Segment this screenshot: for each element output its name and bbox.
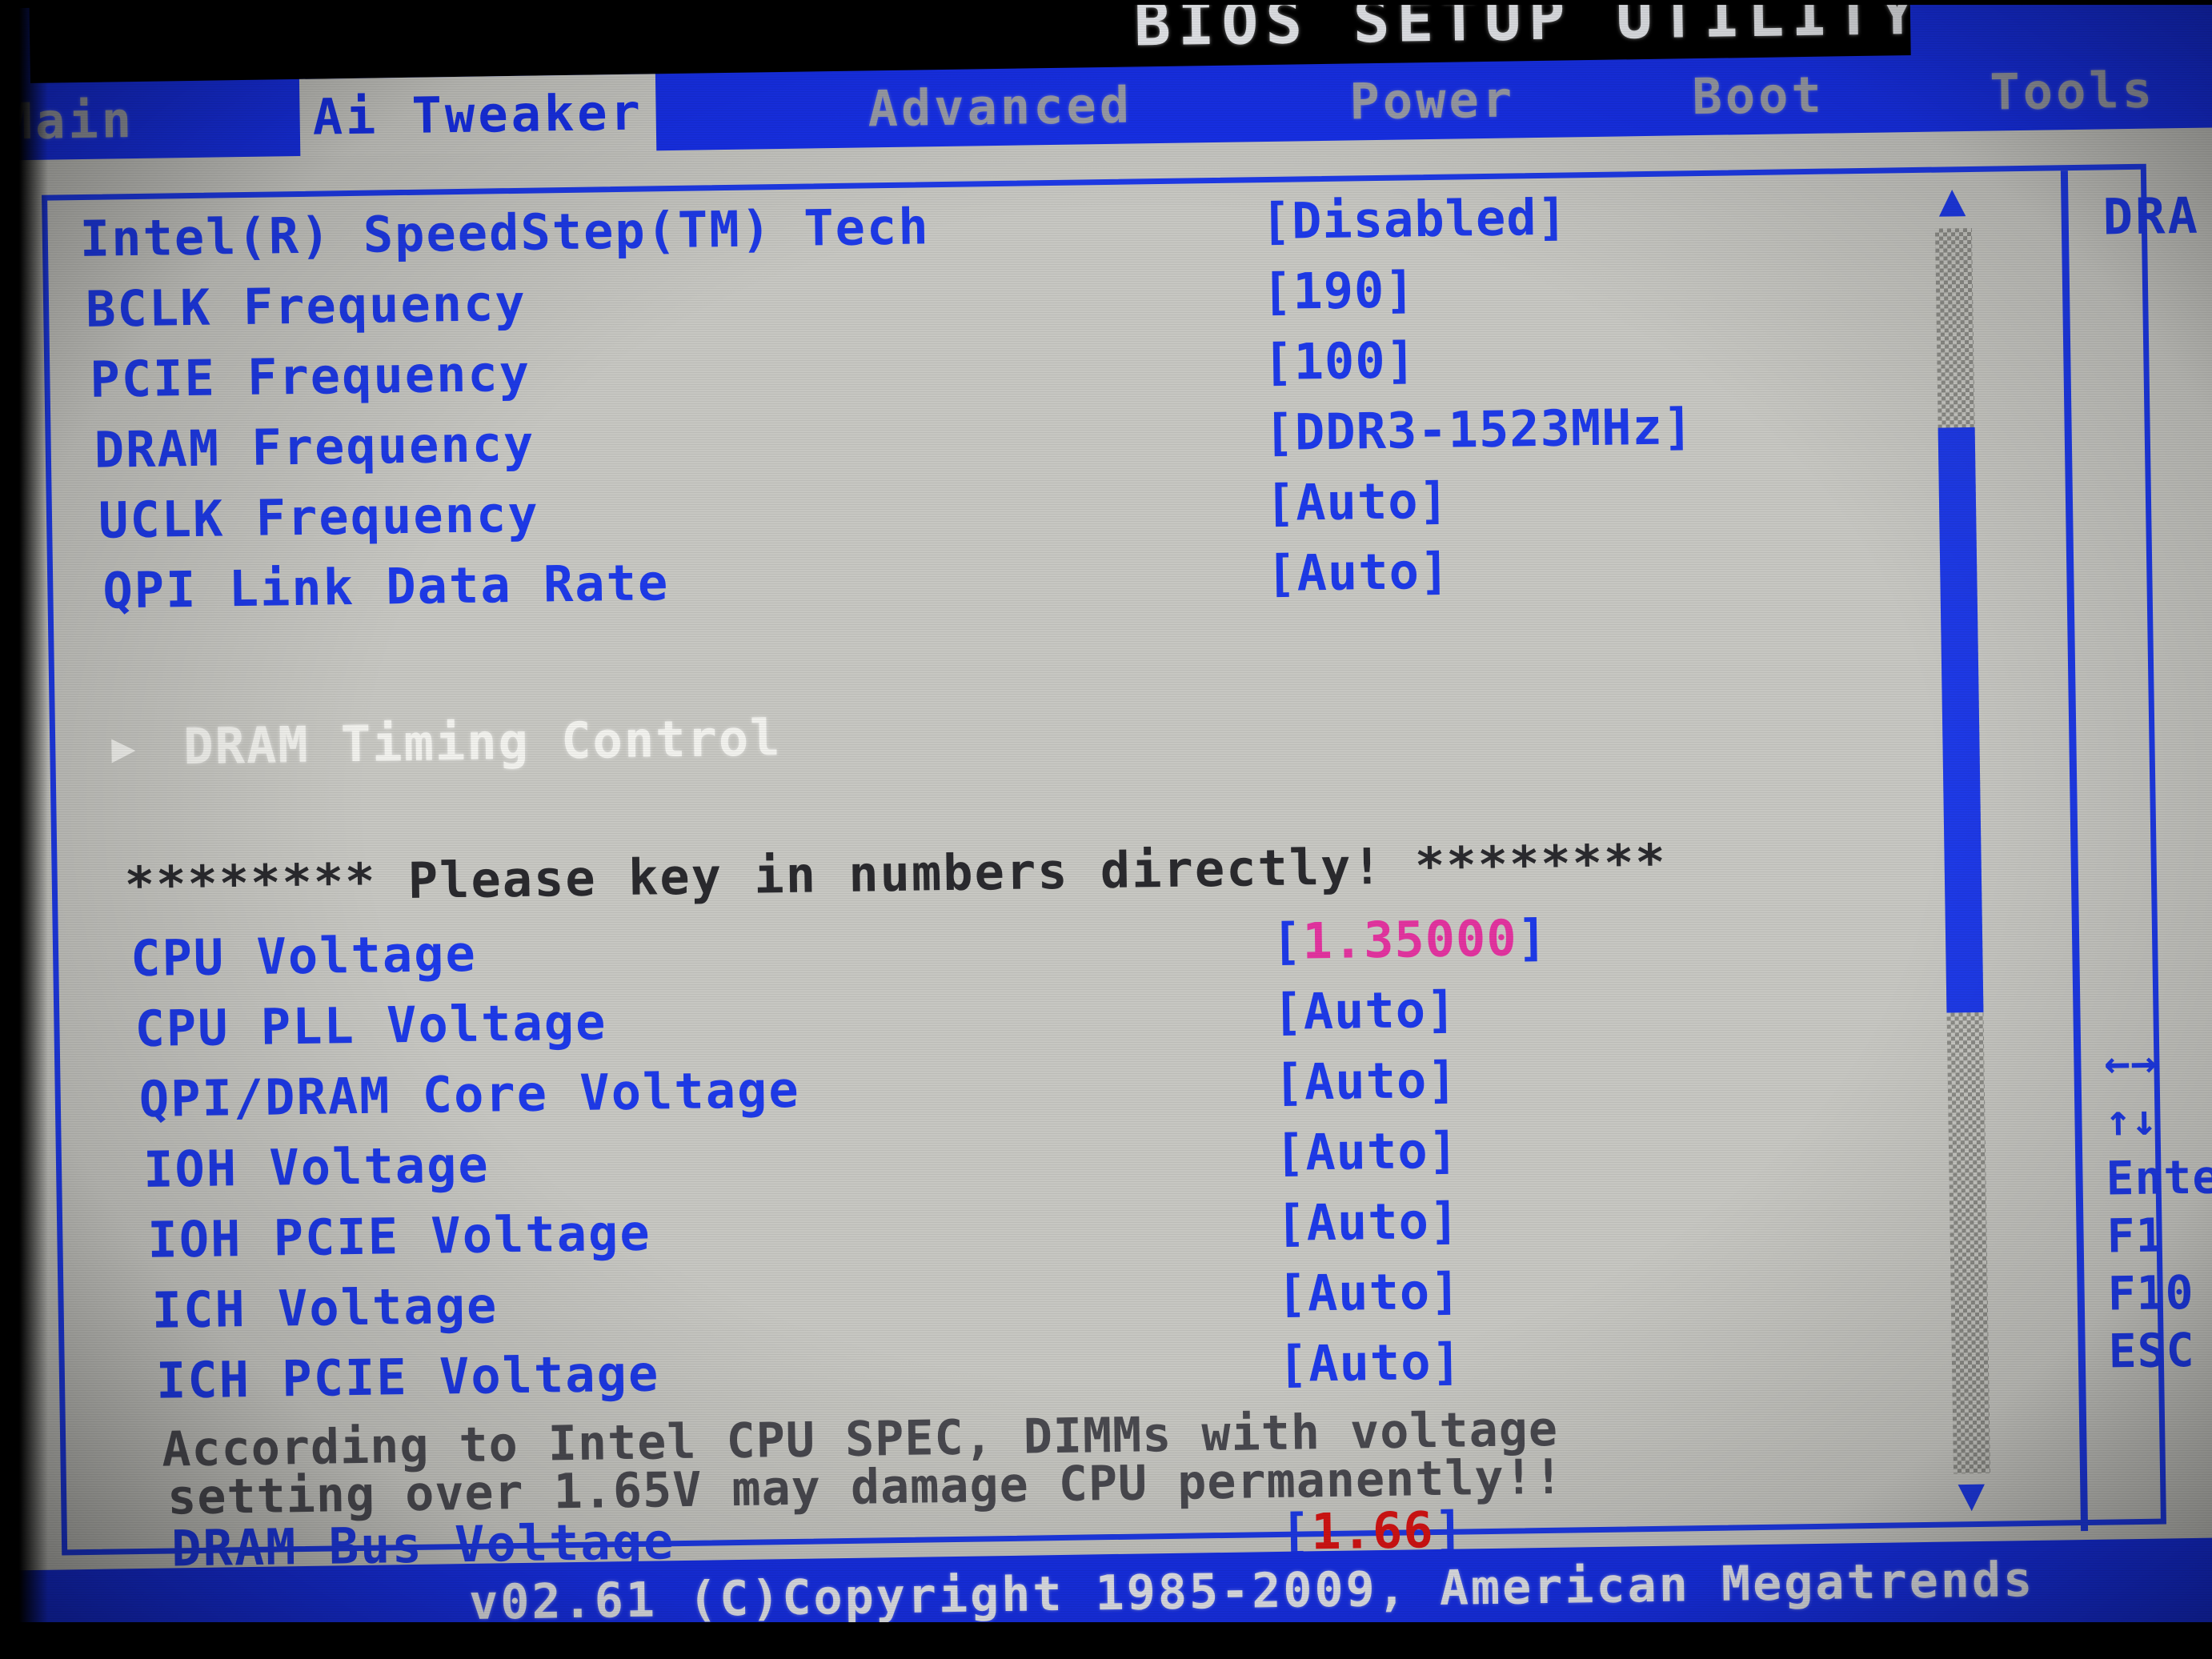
row-value[interactable]: [Auto]	[1277, 1332, 1462, 1393]
tab-ai-tweaker[interactable]: Ai Tweaker	[299, 74, 657, 159]
row-value[interactable]: [Auto]	[1266, 542, 1451, 603]
row-label: ICH Voltage	[151, 1276, 499, 1340]
row-label: BCLK Frequency	[85, 273, 527, 339]
bios-screen: BIOS SETUP UTILITY Main Ai Tweaker Advan…	[0, 0, 2212, 1659]
help-key-f1: F1	[2106, 1208, 2165, 1264]
copyright-text: v02.61 (C)Copyright 1985-2009, American …	[468, 1551, 2035, 1631]
row-value[interactable]: [DDR3-1523MHz]	[1264, 397, 1694, 462]
row-label: QPI/DRAM Core Voltage	[138, 1060, 801, 1129]
settings-list: Intel(R) SpeedStep(TM) Tech [Disabled] B…	[47, 170, 2076, 1577]
row-label: DRAM Timing Control	[182, 708, 782, 776]
page-title: BIOS SETUP UTILITY	[1133, 0, 1924, 60]
row-label: QPI Link Data Rate	[102, 553, 670, 620]
value-bracket-open: [	[1271, 912, 1303, 972]
row-label: ICH PCIE Voltage	[155, 1344, 660, 1410]
scroll-down-arrow-icon[interactable]: ▼	[1950, 1469, 1993, 1521]
help-key-f10: F10	[2107, 1264, 2194, 1321]
crt-monitor-photo: BIOS SETUP UTILITY Main Ai Tweaker Advan…	[0, 0, 2212, 1659]
row-label: UCLK Frequency	[98, 484, 540, 550]
tab-advanced[interactable]: Advanced	[855, 66, 1146, 150]
row-value[interactable]: [Auto]	[1273, 1051, 1458, 1112]
value-bracket-close: ]	[1517, 908, 1549, 968]
scrollbar-thumb[interactable]	[1938, 427, 1984, 1013]
row-value[interactable]: [Auto]	[1276, 1262, 1461, 1323]
help-panel: DRA ←→ ↑↓ Enter F1 F10 ESC	[2075, 167, 2212, 1531]
tab-power[interactable]: Power	[1336, 61, 1529, 144]
row-label: Intel(R) SpeedStep(TM) Tech	[79, 197, 931, 269]
row-dram-timing-control[interactable]: ▶ DRAM Timing Control	[55, 691, 1977, 791]
row-value[interactable]: [Auto]	[1274, 1121, 1459, 1182]
row-value[interactable]: [Disabled]	[1260, 187, 1568, 250]
banner-text: ******** Please key in numbers directly!…	[124, 832, 1668, 915]
content-panel: Intel(R) SpeedStep(TM) Tech [Disabled] B…	[0, 127, 2212, 1577]
row-label: CPU PLL Voltage	[134, 992, 607, 1059]
row-label: CPU Voltage	[130, 924, 478, 988]
row-value[interactable]: [100]	[1263, 331, 1417, 391]
row-label: IOH Voltage	[142, 1135, 491, 1199]
tab-main[interactable]: Main	[0, 82, 148, 164]
row-label: IOH PCIE Voltage	[146, 1203, 652, 1269]
row-value[interactable]: [190]	[1261, 260, 1416, 321]
submenu-arrow-icon: ▶	[110, 724, 138, 771]
tab-tools[interactable]: Tools	[1977, 51, 2169, 134]
row-value[interactable]: [1.35000]	[1272, 908, 1549, 971]
row-label: DRAM Frequency	[94, 414, 535, 479]
row-value[interactable]: [Auto]	[1276, 1192, 1461, 1252]
value-number: 1.35000	[1301, 908, 1518, 971]
help-key-esc: ESC	[2108, 1322, 2196, 1379]
row-value[interactable]: [Auto]	[1264, 471, 1449, 532]
row-label: PCIE Frequency	[89, 343, 531, 409]
row-value[interactable]: [Auto]	[1272, 980, 1457, 1041]
help-panel-title: DRA	[2102, 186, 2201, 246]
help-key-legend: ←→ ↑↓ Enter F1 F10 ESC	[2104, 1031, 2212, 1380]
help-key-enter: Enter	[2106, 1148, 2212, 1206]
scroll-up-arrow-icon[interactable]: ▲	[1931, 174, 1974, 226]
content-border-box: Intel(R) SpeedStep(TM) Tech [Disabled] B…	[42, 163, 2212, 1577]
help-key-up-down-arrows-icon: ↑↓	[2105, 1094, 2158, 1146]
help-key-left-right-arrows-icon: ←→	[2103, 1036, 2157, 1088]
tab-boot[interactable]: Boot	[1679, 56, 1838, 138]
